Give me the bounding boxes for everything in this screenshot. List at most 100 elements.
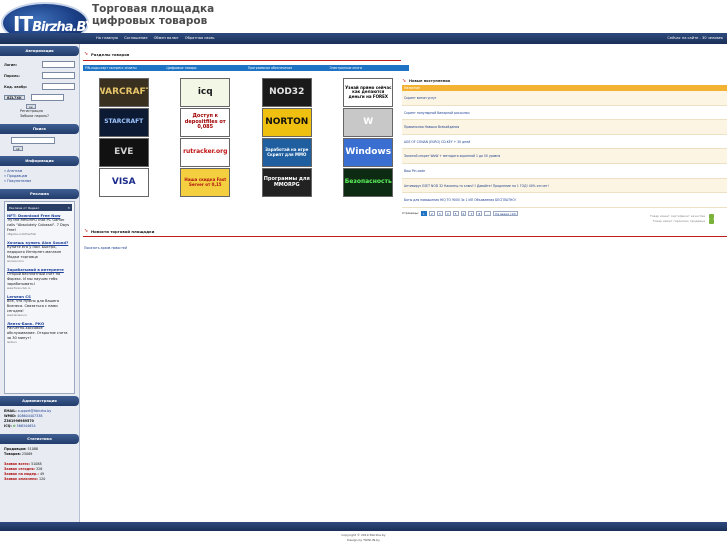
ad-url[interactable]: alonsound.ru: [7, 260, 72, 264]
ad-item[interactable]: Lersean CS Все, что нужно для Вашего биз…: [7, 294, 72, 318]
top-nav: На главную Соглашение Обмен валют Обратн…: [96, 36, 215, 40]
ad-item[interactable]: Зарабатывай в интернете Открой бесплатны…: [7, 267, 72, 291]
banner-cell: NOD32: [246, 78, 328, 107]
news-item[interactable]: Ваш Pin-code: [402, 164, 727, 179]
ad-item[interactable]: Хочешь купить Alon Sound? Купите его у н…: [7, 240, 72, 264]
product-banner[interactable]: NORTON: [261, 108, 312, 137]
product-banner[interactable]: EVE: [98, 138, 149, 167]
legend-guarantee: Товар имеет гарантию продавца: [650, 219, 714, 224]
ad-item[interactable]: Лента-Банк. РКО Расчетно-кассовое обслуж…: [7, 321, 72, 345]
header: ITBirzha.BY Торговая площадка цифровых т…: [0, 0, 727, 44]
banner-cell: NORTON: [246, 108, 328, 137]
page-link[interactable]: 5: [452, 210, 459, 216]
page-link[interactable]: 6: [460, 210, 467, 216]
banner-cell: EVE: [83, 138, 165, 167]
product-banner[interactable]: icq: [180, 78, 231, 107]
ad-item[interactable]: NFT: Download Free Now Try the MMORPG th…: [7, 213, 72, 237]
search-button[interactable]: ok: [13, 146, 23, 151]
ad-url[interactable]: lenta.ru: [7, 341, 72, 345]
slogan-line-1: Торговая площадка: [92, 3, 215, 15]
password-label: Пароль:: [4, 73, 20, 78]
product-banner[interactable]: NOD32: [261, 78, 312, 107]
info-link-buyers[interactable]: » Покупателям: [4, 179, 75, 184]
nav-feedback-link[interactable]: Обратная связь: [185, 36, 215, 40]
product-banner[interactable]: STARCRAFT: [98, 108, 149, 137]
auth-form: Логин: Пароль: Код. изобр: 8ZL7XK ок Рег…: [0, 56, 79, 122]
design-credit: Design by TOWI.IN.by: [347, 538, 380, 542]
news-item[interactable]: Скрипт витин услуг: [402, 91, 727, 106]
login-label: Логин:: [4, 62, 17, 67]
pager-label: Страницы:: [402, 211, 419, 216]
banner-cell: VISA: [83, 168, 165, 197]
contact-icq: ICQ: ✿ 566344654: [4, 424, 36, 428]
category-software[interactable]: Программное обеспечение: [246, 65, 328, 71]
ad-url[interactable]: www.lersean.ru: [7, 314, 72, 318]
slogan: Торговая площадка цифровых товаров: [92, 3, 214, 27]
page-last-link[interactable]: На вверх (10): [493, 210, 519, 216]
ad-text: Расчетно-кассовое обслуживание. Открытие…: [7, 326, 68, 340]
product-banner[interactable]: Windows: [343, 138, 394, 167]
ads-box: Реклама от Яндекс ✕ NFT: Download Free No…: [4, 201, 75, 394]
product-banner[interactable]: W: [343, 108, 394, 137]
categories-table: PIN-коды карт экспресс оплаты Цифровые т…: [83, 65, 409, 197]
sidebar: Авторизация Логин: Пароль: Код. изобр: 8…: [0, 44, 80, 522]
nav-home-link[interactable]: На главную: [96, 36, 118, 40]
product-banner[interactable]: Наша скидка Fast Server от 0,15: [180, 168, 231, 197]
page-link[interactable]: 1: [420, 210, 427, 216]
login-input[interactable]: [42, 61, 75, 68]
category-digital-goods[interactable]: Цифровые товары: [165, 65, 247, 71]
category-pin-codes[interactable]: PIN-коды карт экспресс оплаты: [83, 65, 165, 71]
banner-cell: Программы для MMORPG: [246, 168, 328, 197]
search-input[interactable]: [11, 137, 55, 144]
ad-url[interactable]: nftgame.com/FreeTrial: [7, 233, 72, 237]
ads-header: Реклама: [0, 189, 79, 199]
page-link[interactable]: 3: [436, 210, 443, 216]
banner-cell: Узнай прямо сейчас как делаются деньги н…: [328, 78, 410, 107]
product-banner[interactable]: rutracker.org: [180, 138, 231, 167]
captcha-code-input[interactable]: [30, 94, 64, 101]
icq-flower-icon: ✿: [12, 424, 16, 428]
page-link[interactable]: 8: [476, 210, 483, 216]
page-link[interactable]: 4: [444, 210, 451, 216]
page-link[interactable]: 7: [468, 210, 475, 216]
product-banner[interactable]: Заработай на игре Скрипт для MMO: [261, 138, 312, 167]
news-archive-link[interactable]: Показать архив новостей: [84, 246, 127, 250]
code-label: Код. изобр:: [4, 84, 28, 89]
news-item[interactable]: Боты для повышения HIQ ТО 9000 3х 1 ИЛ О…: [402, 193, 727, 208]
ads-close-icon[interactable]: ✕: [67, 206, 70, 210]
banner-grid: WARCRAFT icq NOD32 Узнай прямо сейчас как д…: [83, 78, 409, 197]
new-arrivals-title: ➘ Новые поступления: [402, 77, 451, 84]
news-item[interactable]: Антивирус ESET NOD 32 Наконец-то ключ!!!…: [402, 178, 727, 194]
search-header: Поиск: [0, 124, 79, 134]
forgot-password-link[interactable]: Забыли пароль?: [4, 114, 75, 119]
news-item[interactable]: AGE OF CONAN (EURO) CD-KEY + 30 дней: [402, 135, 727, 150]
nav-agreement-link[interactable]: Соглашение: [124, 36, 148, 40]
news-item[interactable]: Золотой секрет WoW + метадата экранной 1…: [402, 149, 727, 164]
banner-cell: Наша скидка Fast Server от 0,15: [165, 168, 247, 197]
banner-cell: Безопасность: [328, 168, 410, 197]
product-banner[interactable]: Доступ к depositfiles от 0,085: [180, 108, 231, 137]
red-arrow-icon: ➘: [402, 77, 407, 84]
news-item[interactable]: Правильная Навыка Всекайдания: [402, 120, 727, 135]
nav-exchange-link[interactable]: Обмен валют: [154, 36, 179, 40]
page-link[interactable]: 2: [428, 210, 435, 216]
product-banner[interactable]: Узнай прямо сейчас как делаются деньги н…: [343, 78, 394, 107]
banner-cell: rutracker.org: [165, 138, 247, 167]
admin-header: Администрация: [0, 396, 79, 406]
product-banner[interactable]: Безопасность: [343, 168, 394, 197]
category-ebooks[interactable]: Электронные книги: [328, 65, 410, 71]
admin-contacts: EMAIL: support@itbirzha.by WMID: 4086044…: [0, 406, 79, 432]
info-links: » Агентам » Продавцам » Покупателям: [0, 166, 79, 187]
product-banner[interactable]: Программы для MMORPG: [261, 168, 312, 197]
product-banner[interactable]: WARCRAFT: [98, 78, 149, 107]
contact-email-link[interactable]: support@itbirzha.by: [18, 409, 51, 413]
news-item[interactable]: Скрипт популярной бинарной рассылки: [402, 106, 727, 121]
ad-url[interactable]: www.forex-club.ru: [7, 287, 72, 291]
captcha-input[interactable]: [42, 83, 75, 90]
page: ITBirzha.BY Торговая площадка цифровых т…: [0, 0, 727, 545]
main-content: ➘ Разделы товаров PIN-коды карт экспресс…: [82, 44, 727, 522]
product-banner[interactable]: VISA: [98, 168, 149, 197]
password-input[interactable]: [42, 72, 75, 79]
ads-box-header: Реклама от Яндекс ✕: [7, 204, 72, 211]
banner-cell: W: [328, 108, 410, 137]
